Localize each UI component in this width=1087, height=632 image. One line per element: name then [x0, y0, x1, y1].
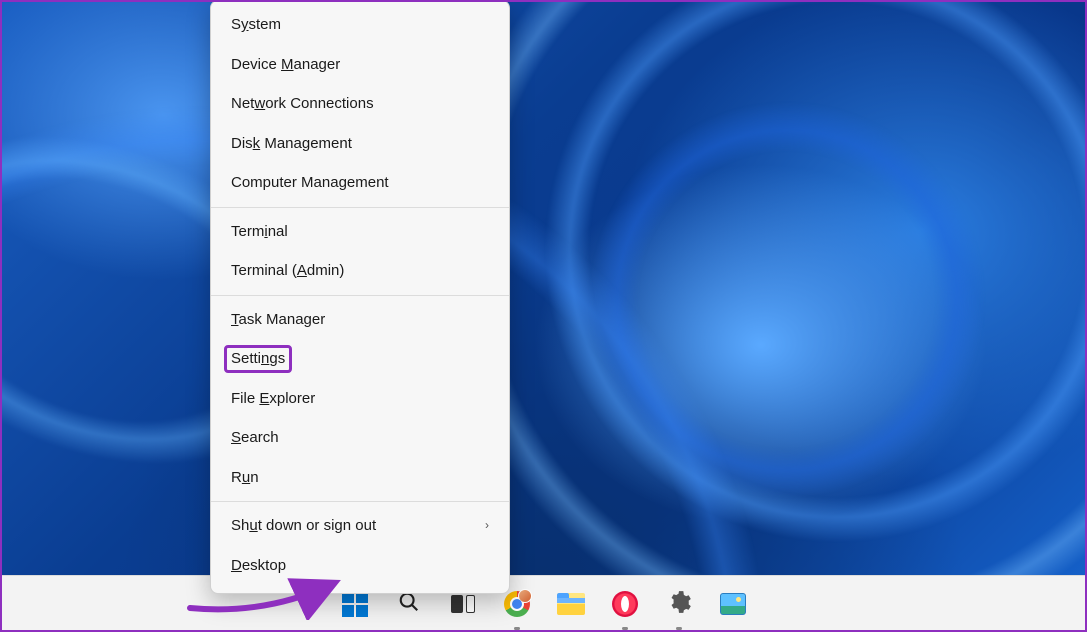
menu-network-connections[interactable]: Network Connections	[211, 84, 509, 124]
desktop-wallpaper	[0, 0, 1087, 575]
menu-item-label: Device Manager	[231, 55, 340, 75]
taskbar	[0, 575, 1087, 632]
menu-item-label: Disk Management	[231, 134, 352, 154]
menu-desktop[interactable]: Desktop	[211, 546, 509, 586]
menu-item-label: System	[231, 15, 281, 35]
menu-separator	[211, 501, 509, 502]
menu-item-label: Shut down or sign out	[231, 516, 376, 536]
menu-item-label: Search	[231, 428, 279, 448]
menu-terminal[interactable]: Terminal	[211, 212, 509, 252]
menu-item-label: Task Manager	[231, 310, 325, 330]
search-icon	[398, 591, 420, 618]
menu-device-manager[interactable]: Device Manager	[211, 45, 509, 85]
menu-computer-management[interactable]: Computer Management	[211, 163, 509, 203]
photos-button[interactable]	[713, 584, 753, 624]
menu-terminal-admin[interactable]: Terminal (Admin)	[211, 251, 509, 291]
chrome-icon	[504, 591, 530, 617]
opera-button[interactable]	[605, 584, 645, 624]
menu-shutdown[interactable]: Shut down or sign out ›	[211, 506, 509, 546]
menu-search[interactable]: Search	[211, 418, 509, 458]
photos-icon	[720, 593, 746, 615]
menu-separator	[211, 295, 509, 296]
menu-separator	[211, 207, 509, 208]
file-explorer-icon	[557, 593, 585, 615]
winx-context-menu: System Device Manager Network Connections D…	[210, 0, 510, 594]
menu-settings[interactable]: Settings	[211, 339, 509, 379]
task-view-icon	[451, 595, 475, 613]
gear-icon	[666, 589, 692, 620]
windows-logo-icon	[342, 591, 368, 617]
file-explorer-button[interactable]	[551, 584, 591, 624]
chevron-right-icon: ›	[485, 518, 489, 534]
menu-task-manager[interactable]: Task Manager	[211, 300, 509, 340]
menu-item-label: Settings	[231, 349, 285, 369]
menu-item-label: Computer Management	[231, 173, 389, 193]
menu-item-label: Network Connections	[231, 94, 374, 114]
menu-item-label: Terminal	[231, 222, 288, 242]
menu-disk-management[interactable]: Disk Management	[211, 124, 509, 164]
menu-run[interactable]: Run	[211, 458, 509, 498]
opera-icon	[612, 591, 638, 617]
menu-item-label: Run	[231, 468, 259, 488]
menu-file-explorer[interactable]: File Explorer	[211, 379, 509, 419]
settings-app-button[interactable]	[659, 584, 699, 624]
menu-item-label: Desktop	[231, 556, 286, 576]
menu-item-label: Terminal (Admin)	[231, 261, 344, 281]
menu-system[interactable]: System	[211, 5, 509, 45]
annotation-highlight: Settings	[224, 345, 292, 373]
menu-item-label: File Explorer	[231, 389, 315, 409]
